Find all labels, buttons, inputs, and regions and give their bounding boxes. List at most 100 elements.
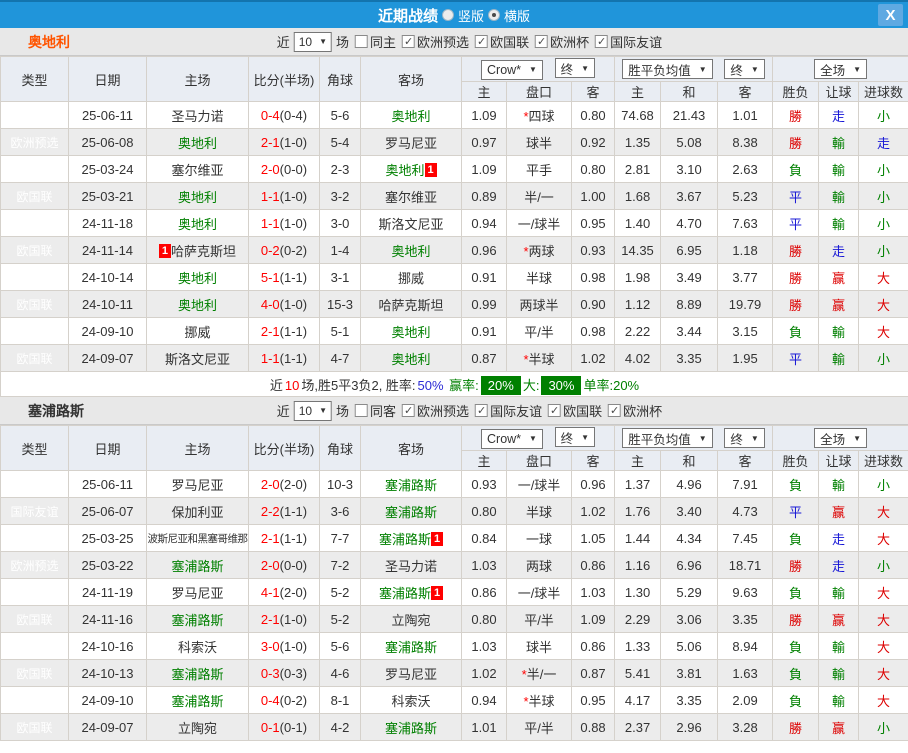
league-checkbox[interactable] [402, 404, 415, 417]
league-filter[interactable]: 欧洲预选 [396, 32, 469, 51]
league-checkbox[interactable] [475, 35, 488, 48]
mean-home: 1.12 [615, 291, 661, 318]
result-wdl: 平 [773, 183, 819, 210]
league-filter[interactable]: 欧洲杯 [529, 32, 589, 51]
result-handicap: 赢 [819, 498, 859, 525]
rate-badge: 30% [541, 376, 581, 395]
final-wdl-select[interactable]: 终▼ [724, 59, 764, 79]
final-wdl-select[interactable]: 终▼ [724, 428, 764, 448]
fullmatch-select[interactable]: 全场▼ [814, 428, 867, 448]
layout-radio-vertical[interactable]: 竖版 [442, 6, 484, 25]
recent-count-select[interactable]: 10▼ [294, 32, 332, 52]
radio-icon-vertical[interactable] [442, 9, 454, 21]
match-type: 欧洲预选 [1, 471, 69, 498]
same-home-filter[interactable]: 同主 [349, 32, 396, 51]
league-checkbox[interactable] [402, 35, 415, 48]
fullmatch-group-header: 全场▼ [773, 426, 908, 451]
league-filter[interactable]: 欧洲杯 [602, 401, 662, 420]
rank-badge: 1 [425, 163, 437, 177]
result-wdl: 平 [773, 345, 819, 372]
match-date: 25-06-08 [69, 129, 147, 156]
match-date: 25-03-22 [69, 552, 147, 579]
league-checkbox[interactable] [548, 404, 561, 417]
mean-draw: 5.08 [661, 129, 718, 156]
league-label: 欧国联 [490, 32, 529, 51]
corners: 15-3 [320, 291, 361, 318]
result-wdl: 負 [773, 579, 819, 606]
league-filter[interactable]: 国际友谊 [589, 32, 662, 51]
result-wdl: 負 [773, 525, 819, 552]
team-name: 塞浦路斯 [28, 401, 84, 421]
section-header: 塞浦路斯 近 10▼ 场 同客 欧洲预选国际友谊欧国联欧洲杯 [0, 397, 908, 425]
crow-select[interactable]: Crow*▼ [481, 60, 543, 80]
chevron-down-icon: ▼ [529, 434, 537, 443]
close-icon[interactable]: X [878, 4, 903, 26]
league-label: 欧国联 [563, 401, 602, 420]
odds-away: 1.09 [572, 606, 615, 633]
league-checkbox[interactable] [608, 404, 621, 417]
mean-home: 1.76 [615, 498, 661, 525]
league-checkbox[interactable] [535, 35, 548, 48]
wdl-mean-select[interactable]: 胜平负均值▼ [622, 59, 712, 79]
league-filter[interactable]: 欧国联 [542, 401, 602, 420]
same-away-filter[interactable]: 同客 [349, 401, 396, 420]
home-team: 奥地利 [147, 129, 249, 156]
col-score: 比分(半场) [249, 57, 320, 102]
result-goals: 走 [859, 129, 908, 156]
match-date: 25-03-25 [69, 525, 147, 552]
result-goals: 大 [859, 660, 908, 687]
col-let: 让球 [819, 451, 859, 471]
league-filter[interactable]: 欧洲预选 [396, 401, 469, 420]
match-type: 欧洲预选 [1, 129, 69, 156]
match-date: 25-06-11 [69, 471, 147, 498]
mean-home: 74.68 [615, 102, 661, 129]
summary-text: 50% [418, 378, 444, 393]
match-type: 欧国联 [1, 183, 69, 210]
match-row: 欧国联24-11-19罗马尼亚4-1(2-0)5-2塞浦路斯10.86一/球半1… [1, 579, 908, 606]
mean-away: 9.63 [718, 579, 773, 606]
mean-away: 3.77 [718, 264, 773, 291]
result-handicap: 輸 [819, 345, 859, 372]
filter-bar: 近 10▼ 场 同客 欧洲预选国际友谊欧国联欧洲杯 [277, 397, 662, 424]
league-filter[interactable]: 国际友谊 [469, 401, 542, 420]
odds-away: 0.96 [572, 471, 615, 498]
home-team: 斯洛文尼亚 [147, 345, 249, 372]
odds-home: 1.09 [462, 102, 507, 129]
mean-home: 1.68 [615, 183, 661, 210]
result-wdl: 勝 [773, 606, 819, 633]
handicap-line: 一/球半 [507, 579, 572, 606]
handicap-line: *两球 [507, 237, 572, 264]
away-team: 奥地利 [361, 318, 462, 345]
match-score: 0-3(0-3) [249, 660, 320, 687]
chevron-down-icon: ▼ [699, 65, 707, 74]
same-away-checkbox[interactable] [355, 404, 368, 417]
fullmatch-select[interactable]: 全场▼ [814, 59, 867, 79]
same-home-checkbox[interactable] [355, 35, 368, 48]
league-filter[interactable]: 欧国联 [469, 32, 529, 51]
corners: 4-7 [320, 345, 361, 372]
result-wdl: 平 [773, 210, 819, 237]
recent-count-select[interactable]: 10▼ [294, 401, 332, 421]
match-type: 欧国联 [1, 237, 69, 264]
result-goals: 小 [859, 156, 908, 183]
crow-select[interactable]: Crow*▼ [481, 429, 543, 449]
match-row: 欧国联24-11-16塞浦路斯2-1(1-0)5-2立陶宛0.80平/半1.09… [1, 606, 908, 633]
radio-icon-horizontal[interactable] [488, 9, 500, 21]
team-name: 奥地利 [28, 32, 70, 52]
result-wdl: 負 [773, 660, 819, 687]
league-checkbox[interactable] [595, 35, 608, 48]
final-odds-select[interactable]: 终▼ [555, 58, 595, 78]
wdl-mean-select[interactable]: 胜平负均值▼ [622, 428, 712, 448]
layout-radio-horizontal[interactable]: 横版 [488, 6, 530, 25]
mean-draw: 3.67 [661, 183, 718, 210]
match-type: 欧洲预选 [1, 552, 69, 579]
match-date: 25-03-24 [69, 156, 147, 183]
home-team: 奥地利 [147, 210, 249, 237]
col-home: 主场 [147, 426, 249, 471]
mean-home: 2.29 [615, 606, 661, 633]
result-goals: 大 [859, 498, 908, 525]
league-checkbox[interactable] [475, 404, 488, 417]
result-wdl: 勝 [773, 552, 819, 579]
match-type: 国际友谊 [1, 498, 69, 525]
final-odds-select[interactable]: 终▼ [555, 427, 595, 447]
